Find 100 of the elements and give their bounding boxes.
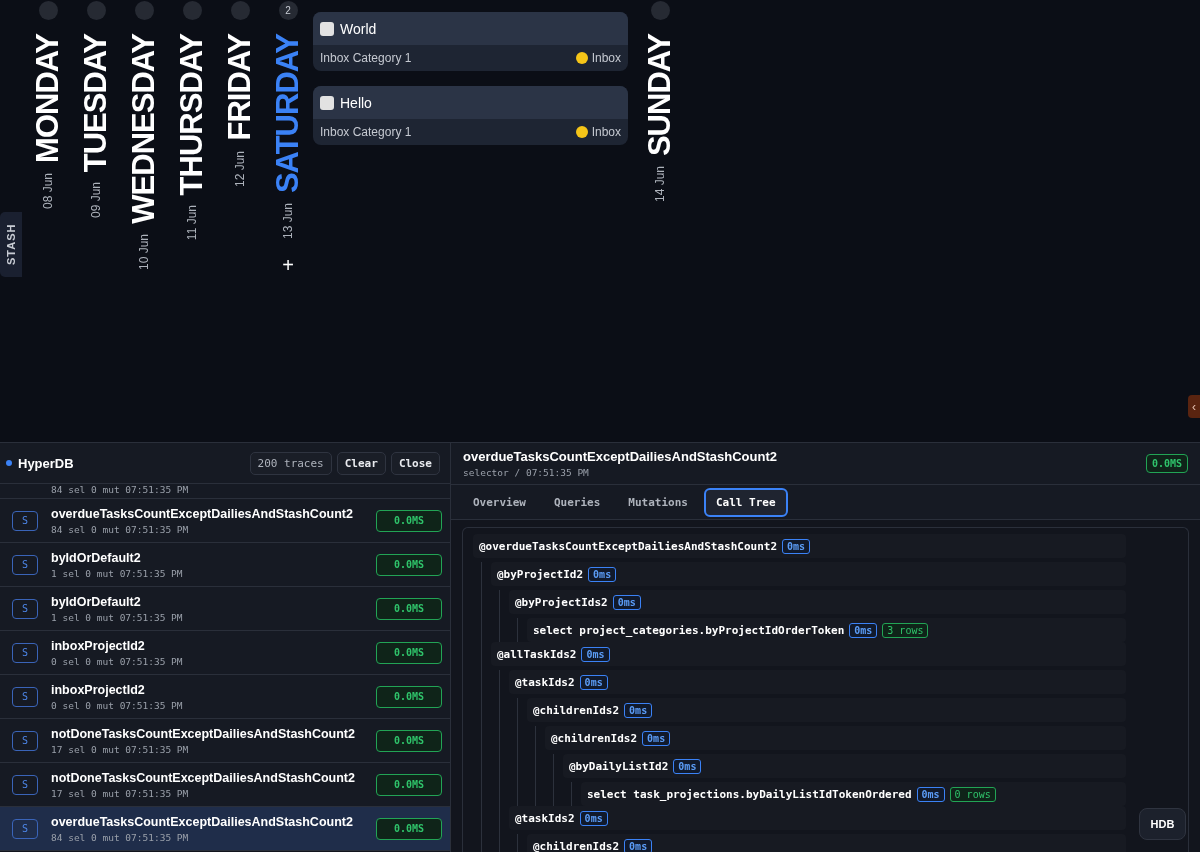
trace-row[interactable]: S notDoneTasksCountExceptDailiesAndStashCount2 17 sel 0 mut 07:51:35 PM 0.0MS bbox=[0, 719, 450, 763]
tab[interactable]: Call Tree bbox=[703, 487, 788, 517]
trace-name: overdueTasksCountExceptDailiesAndStashCount2 bbox=[51, 506, 354, 521]
header-button[interactable]: Close bbox=[390, 451, 440, 475]
trace-row[interactable]: 84 sel 0 mut 07:51:35 PM bbox=[0, 484, 450, 499]
day-date: 14 Jun bbox=[653, 166, 667, 203]
task-card[interactable]: World Inbox Category 1 Inbox bbox=[313, 12, 628, 71]
call-tree-node[interactable]: @childrenIds2 0ms bbox=[527, 834, 1126, 852]
add-task-button[interactable]: + bbox=[282, 255, 294, 276]
duration-badge: 0.0MS bbox=[376, 773, 442, 796]
duration-badge: 0.0MS bbox=[376, 597, 442, 620]
day-date: 13 Jun bbox=[281, 203, 295, 240]
trace-row[interactable]: S inboxProjectId2 0 sel 0 mut 07:51:35 PM 0.0MS bbox=[0, 675, 450, 719]
day-date: 11 Jun bbox=[185, 205, 199, 241]
call-tree-node[interactable]: @taskIds2 0ms bbox=[509, 670, 1126, 694]
call-tree-node[interactable]: @byProjectIds2 0ms bbox=[509, 590, 1126, 614]
project-name: Inbox bbox=[591, 125, 621, 139]
call-tree-node[interactable]: @taskIds2 0ms bbox=[509, 806, 1126, 830]
call-tree-node[interactable]: @childrenIds2 0ms bbox=[527, 698, 1126, 722]
trace-meta: 17 sel 0 mut 07:51:35 PM bbox=[51, 787, 190, 799]
task-card[interactable]: Hello Inbox Category 1 Inbox bbox=[313, 86, 628, 145]
call-tree-node[interactable]: select project_categories.byProjectIdOrderToken 0ms 3 rows bbox=[527, 618, 1126, 642]
duration-badge: 0ms bbox=[588, 566, 617, 582]
header-button[interactable]: Clear bbox=[336, 451, 386, 475]
trace-meta: 1 sel 0 mut 07:51:35 PM bbox=[51, 611, 184, 623]
duration-badge: 0.0MS bbox=[376, 509, 442, 532]
duration-badge: 0.0MS bbox=[376, 553, 442, 576]
trace-meta: 1 sel 0 mut 07:51:35 PM bbox=[51, 567, 184, 579]
duration-badge: 0.0MS bbox=[376, 817, 442, 840]
trace-meta: 84 sel 0 mut 07:51:35 PM bbox=[51, 831, 190, 843]
day-name[interactable]: TUESDAY bbox=[78, 34, 114, 173]
trace-name: inboxProjectId2 bbox=[51, 638, 146, 653]
call-tree-node[interactable]: select task_projections.byDailyListIdTokenOrdered 0ms 0 rows bbox=[581, 782, 1126, 806]
trace-name: inboxProjectId2 bbox=[51, 682, 146, 697]
duration-badge: 0ms bbox=[849, 622, 878, 638]
trace-row[interactable]: S byIdOrDefault2 1 sel 0 mut 07:51:35 PM 0.0MS bbox=[0, 543, 450, 587]
day-count-badge bbox=[38, 1, 58, 20]
task-title: World bbox=[340, 20, 377, 37]
type-badge: S bbox=[12, 818, 38, 839]
type-badge: S bbox=[12, 730, 38, 751]
rows-badge: 0 rows bbox=[949, 786, 996, 802]
trace-row[interactable]: S byIdOrDefault2 1 sel 0 mut 07:51:35 PM 0.0MS bbox=[0, 587, 450, 631]
day-date: 10 Jun bbox=[137, 233, 151, 270]
day-count-badge bbox=[86, 1, 106, 20]
trace-meta: 84 sel 0 mut 07:51:35 PM bbox=[51, 484, 190, 495]
trace-name: overdueTasksCountExceptDailiesAndStashCount2 bbox=[51, 814, 354, 829]
task-checkbox[interactable] bbox=[320, 95, 334, 110]
duration-badge: 0ms bbox=[624, 702, 653, 718]
duration-badge: 0.0MS bbox=[376, 685, 442, 708]
detail-subtitle: selector / 07:51:35 PM bbox=[463, 467, 590, 478]
day-date: 12 Jun bbox=[233, 150, 247, 187]
trace-name: notDoneTasksCountExceptDailiesAndStashCount2 bbox=[51, 770, 356, 785]
day-count-badge bbox=[134, 1, 154, 20]
call-tree-node[interactable]: @overdueTasksCountExceptDailiesAndStashCount2 0ms bbox=[473, 534, 1126, 558]
project-name: Inbox bbox=[591, 51, 621, 65]
trace-row[interactable]: S inboxProjectId2 0 sel 0 mut 07:51:35 PM 0.0MS bbox=[0, 631, 450, 675]
duration-badge: 0ms bbox=[916, 786, 945, 802]
type-badge: S bbox=[12, 510, 38, 531]
day-name[interactable]: FRIDAY bbox=[222, 34, 258, 141]
day-count-badge bbox=[650, 1, 670, 20]
type-badge: S bbox=[12, 686, 38, 707]
duration-badge: 0ms bbox=[612, 594, 641, 610]
tab[interactable]: Overview bbox=[461, 487, 538, 517]
duration-badge: 0ms bbox=[581, 646, 610, 662]
type-badge: S bbox=[12, 554, 38, 575]
trace-count: 200 traces bbox=[249, 451, 332, 475]
duration-badge: 0.0MS bbox=[376, 641, 442, 664]
duration-badge: 0ms bbox=[624, 838, 653, 852]
stash-tab[interactable]: STASH bbox=[0, 212, 22, 277]
day-name[interactable]: SATURDAY bbox=[270, 34, 306, 194]
call-tree-node[interactable]: @byDailyListId2 0ms bbox=[563, 754, 1126, 778]
task-checkbox[interactable] bbox=[320, 21, 334, 36]
trace-row[interactable]: S overdueTasksCountExceptDailiesAndStashCount2 84 sel 0 mut 07:51:35 PM 0.0MS bbox=[0, 807, 450, 851]
tab[interactable]: Queries bbox=[542, 487, 613, 517]
trace-name: byIdOrDefault2 bbox=[51, 594, 142, 609]
hdb-button[interactable]: HDB bbox=[1139, 808, 1186, 840]
day-name[interactable]: SUNDAY bbox=[642, 34, 678, 157]
day-count-badge bbox=[230, 1, 250, 20]
day-name[interactable]: THURSDAY bbox=[174, 34, 210, 196]
status-dot bbox=[6, 460, 12, 466]
trace-meta: 17 sel 0 mut 07:51:35 PM bbox=[51, 743, 190, 755]
task-title: Hello bbox=[340, 94, 372, 111]
tab[interactable]: Mutations bbox=[616, 487, 700, 517]
day-count-badge bbox=[182, 1, 202, 20]
duration-badge: 0ms bbox=[642, 730, 671, 746]
duration-badge: 0ms bbox=[579, 810, 608, 826]
day-count-badge: 2 bbox=[278, 1, 298, 20]
day-name[interactable]: MONDAY bbox=[30, 34, 66, 163]
trace-row[interactable]: S overdueTasksCountExceptDailiesAndStashCount2 84 sel 0 mut 07:51:35 PM 0.0MS bbox=[0, 499, 450, 543]
trace-row[interactable]: S notDoneTasksCountExceptDailiesAndStashCount2 17 sel 0 mut 07:51:35 PM 0.0MS bbox=[0, 763, 450, 807]
call-tree-node[interactable]: @allTaskIds2 0ms bbox=[491, 642, 1126, 666]
duration-badge: 0ms bbox=[673, 758, 702, 774]
trace-meta: 0 sel 0 mut 07:51:35 PM bbox=[51, 699, 184, 711]
day-name[interactable]: WEDNESDAY bbox=[126, 34, 162, 224]
task-category: Inbox Category 1 bbox=[320, 125, 412, 139]
side-toggle[interactable]: ‹ bbox=[1188, 395, 1200, 418]
call-tree-node[interactable]: @childrenIds2 0ms bbox=[545, 726, 1126, 750]
call-tree-node[interactable]: @byProjectId2 0ms bbox=[491, 562, 1126, 586]
detail-title: overdueTasksCountExceptDailiesAndStashCount2 bbox=[463, 449, 778, 464]
duration-badge: 0ms bbox=[782, 538, 811, 554]
